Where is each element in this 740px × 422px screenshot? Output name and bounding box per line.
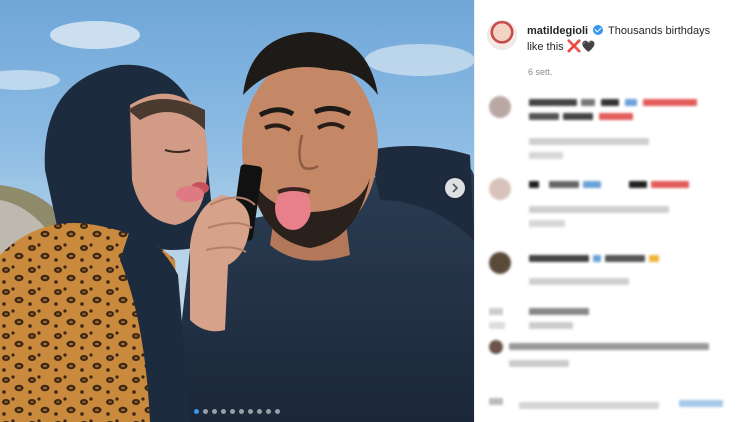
comment-meta-redacted [529,278,629,285]
comment-avatar [489,178,511,200]
comment-meta-redacted [529,322,573,329]
comment-text-redacted [629,181,647,188]
comment-text-redacted [599,113,633,120]
chevron-right-icon [452,183,459,193]
post-timestamp[interactable]: 6 sett. [528,67,553,77]
comment-text-redacted [649,255,659,262]
photo-illustration [0,21,474,422]
carousel-dot [257,409,262,414]
comment-item[interactable] [489,394,729,414]
carousel-dot [275,409,280,414]
comment-meta-redacted [529,152,563,159]
comment-text-redacted [529,113,559,120]
comment-text-redacted [489,398,503,405]
post-side-panel: matildegioli Thousands birthdays like th… [474,0,740,422]
comment-text-redacted [601,99,619,106]
comment-item[interactable] [489,178,729,236]
comment-text-redacted [489,308,503,315]
comment-item[interactable] [489,96,729,166]
post-photo[interactable] [0,0,474,422]
comment-text-redacted [529,255,589,262]
comment-text-redacted [625,99,637,106]
comment-text-redacted [643,99,697,106]
comment-meta-redacted [529,138,649,145]
comment-meta-redacted [489,322,505,329]
comment-text-redacted [679,400,723,407]
comment-text-redacted [605,255,645,262]
carousel-next-button[interactable] [445,178,465,198]
comment-text-redacted [593,255,601,262]
comment-text-redacted [529,181,539,188]
caption: matildegioli Thousands birthdays like th… [527,20,723,55]
comment-avatar [489,252,511,274]
comment-item[interactable] [489,252,729,292]
comment-text-redacted [651,181,689,188]
avatar[interactable] [487,20,517,50]
comment-meta-redacted [529,206,669,213]
carousel-dot [248,409,253,414]
verified-badge-icon [593,25,604,35]
comment-text-redacted [583,181,601,188]
comment-avatar [489,340,503,354]
comment-text-redacted [549,181,579,188]
comment-text-redacted [563,113,593,120]
comment-meta-redacted [509,360,569,367]
comment-meta-redacted [529,220,565,227]
username-link[interactable]: matildegioli [527,25,588,37]
carousel-indicator [0,409,474,414]
comment-text-redacted [509,343,709,350]
carousel-dot [221,409,226,414]
carousel-dot [230,409,235,414]
carousel-dot [212,409,217,414]
comment-text-redacted [529,308,589,315]
carousel-dot [266,409,271,414]
carousel-dot [203,409,208,414]
comment-avatar [489,96,511,118]
cross-mark-emoji: ❌ [566,39,582,53]
comment-item[interactable] [489,306,729,336]
carousel-dot [239,409,244,414]
comment-text-redacted [519,402,659,409]
carousel-dot [194,409,199,414]
comment-item[interactable] [489,340,729,374]
comment-text-redacted [581,99,595,106]
black-heart-emoji: 🖤 [581,41,596,53]
comment-text-redacted [529,99,577,106]
caption-row: matildegioli Thousands birthdays like th… [487,20,737,55]
